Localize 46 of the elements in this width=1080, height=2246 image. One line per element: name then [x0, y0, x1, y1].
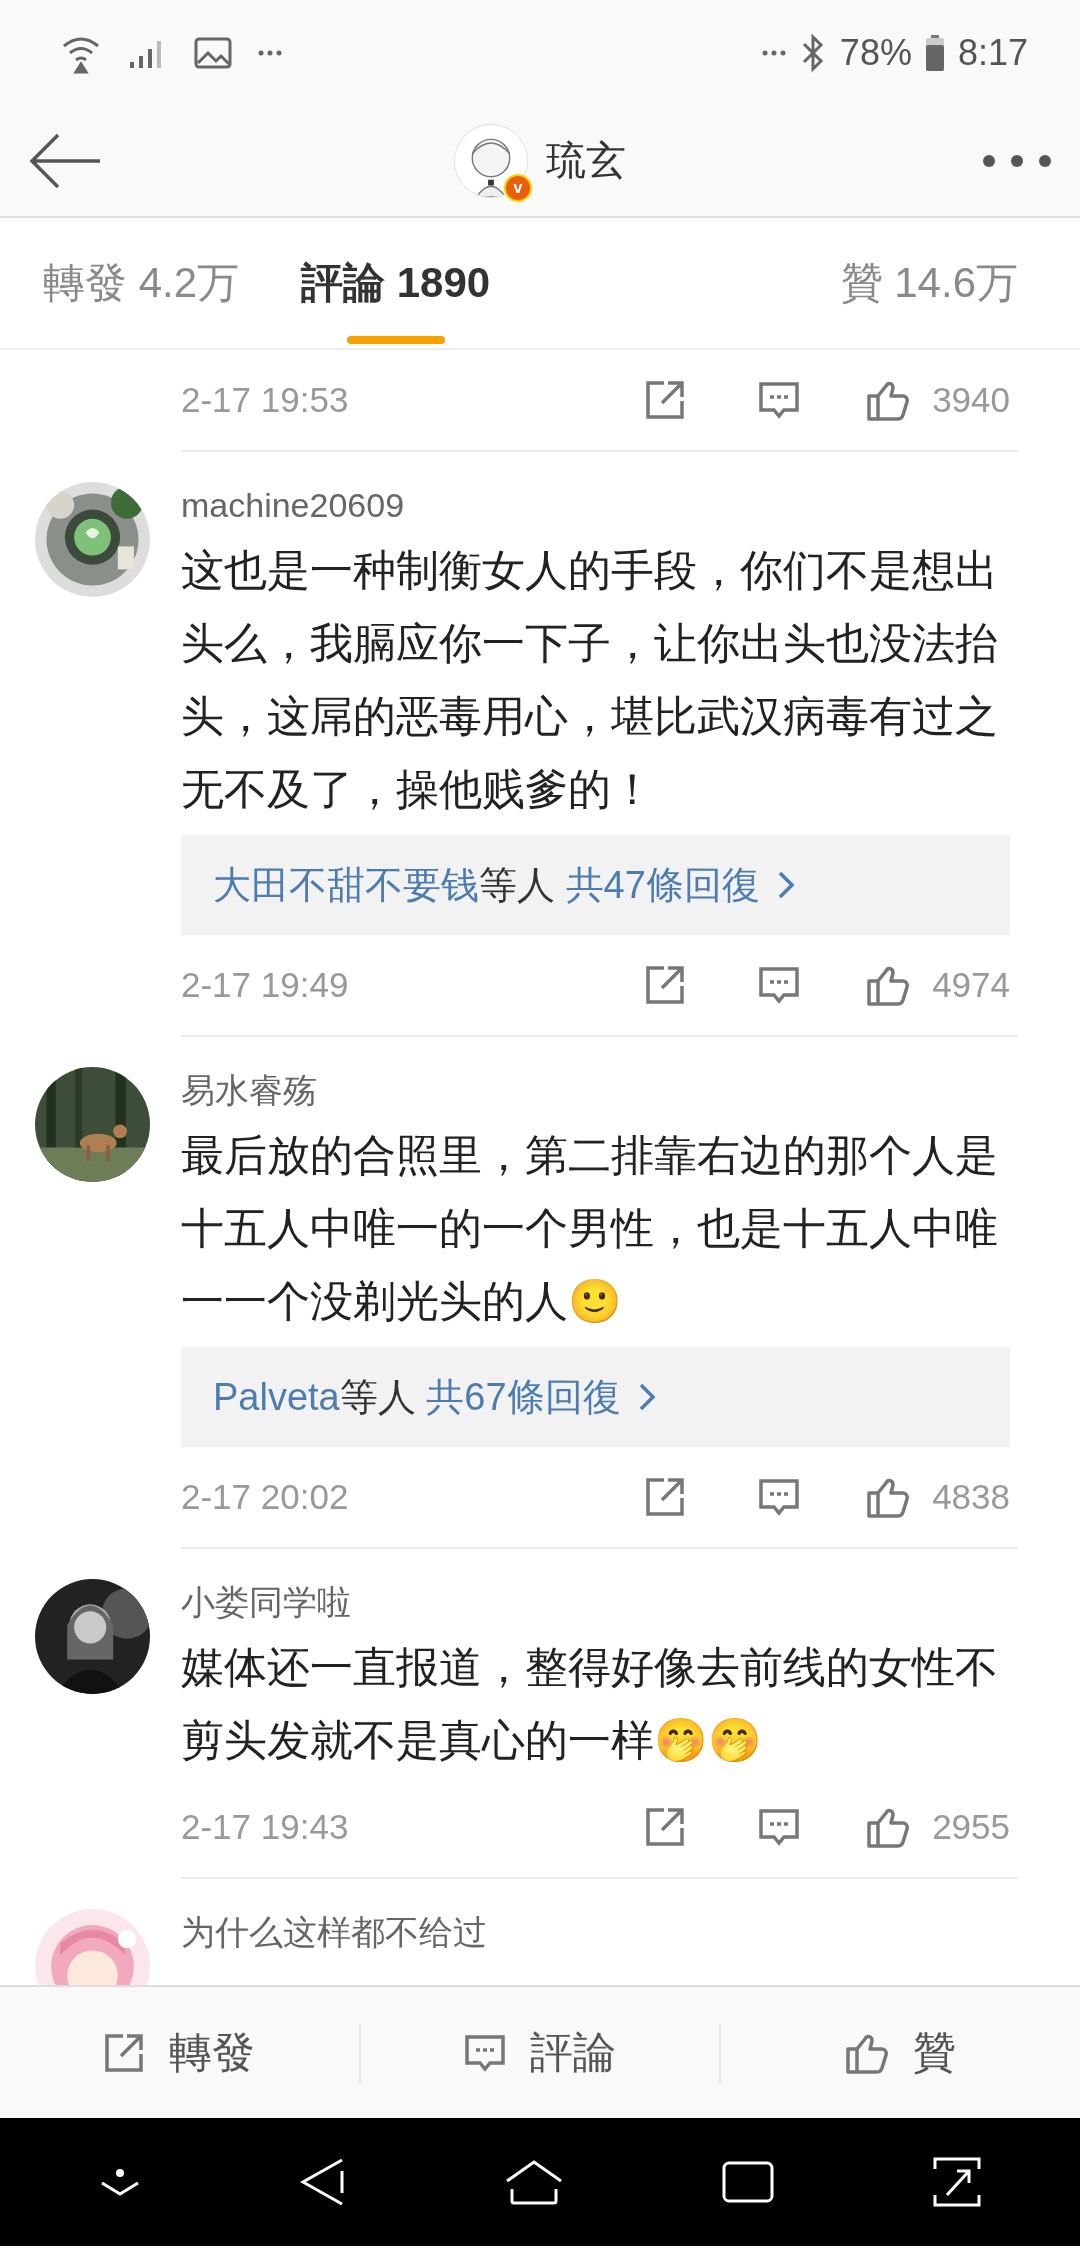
comment-icon[interactable]: [758, 1476, 801, 1518]
battery-icon: [925, 34, 944, 71]
user-name[interactable]: machine20609: [181, 482, 1018, 528]
tab[interactable]: 評論 1890: [301, 218, 491, 348]
share-icon[interactable]: [103, 2031, 146, 2074]
image-icon: [194, 36, 232, 69]
comment-text: 最后放的合照里，第二排靠右边的那个人是十五人中唯一的一个男性，也是十五人中唯一一个没剃光头的人🙂: [181, 1130, 999, 1327]
home-icon[interactable]: [505, 2159, 563, 2205]
dots-icon: [761, 49, 786, 56]
comment-icon[interactable]: [758, 1806, 801, 1848]
share-icon[interactable]: [644, 964, 687, 1006]
chevron-right-icon: [777, 871, 794, 899]
share-icon[interactable]: [644, 1806, 687, 1848]
comment-date: 2-17 19:53: [181, 380, 349, 420]
like-button[interactable]: 贊: [719, 2022, 1080, 2083]
comment-button[interactable]: 評論: [358, 2022, 720, 2083]
like-count: 4974: [932, 965, 1010, 1005]
dots-icon: [258, 49, 282, 56]
chevron-right-icon: [638, 1383, 655, 1411]
expand-icon[interactable]: [932, 2155, 981, 2209]
comment-text: 媒体还一直报道，整得好像去前线的女性不剪头发就不是真心的一样🤭🤭: [181, 1642, 999, 1766]
verified-badge: v: [504, 173, 532, 202]
replies-link[interactable]: Palveta等人 共67條回復: [181, 1347, 1010, 1447]
battery-percent: 78%: [839, 31, 912, 74]
share-icon[interactable]: [644, 379, 687, 421]
comment-date: 2-17 19:49: [181, 965, 349, 1005]
recent-apps-icon[interactable]: [721, 2161, 774, 2203]
back-arrow-icon[interactable]: [28, 132, 100, 189]
comment-icon[interactable]: [758, 964, 801, 1006]
share-icon[interactable]: [644, 1476, 687, 1518]
like-count: 2955: [932, 1807, 1010, 1847]
comment-date: 2-17 20:02: [181, 1477, 349, 1517]
clock-time: 8:17: [957, 31, 1028, 74]
more-icon[interactable]: [982, 153, 1052, 168]
back-icon[interactable]: [300, 2157, 347, 2207]
user-name[interactable]: 易水睿殇: [181, 1067, 1018, 1113]
repost-button[interactable]: 轉發: [0, 1986, 359, 2119]
comment-date: 2-17 19:43: [181, 1807, 349, 1847]
like-count: 3940: [932, 380, 1010, 420]
user-name[interactable]: 为什么这样都不给过: [181, 1909, 1018, 1955]
comment-icon[interactable]: [758, 379, 801, 421]
comment-text: 这也是一种制衡女人的手段，你们不是想出头么，我膈应你一下子，让你出头也没法抬头，这屌的恶毒用心，堪比武汉病毒有过之无不及了，操他贱爹的！: [181, 545, 999, 815]
user-name[interactable]: 小娄同学啦: [181, 1579, 1018, 1625]
replies-link[interactable]: 大田不甜不要钱等人 共47條回復: [181, 835, 1010, 935]
like-count: 4838: [932, 1477, 1010, 1517]
page-title: 琉玄: [546, 137, 626, 184]
